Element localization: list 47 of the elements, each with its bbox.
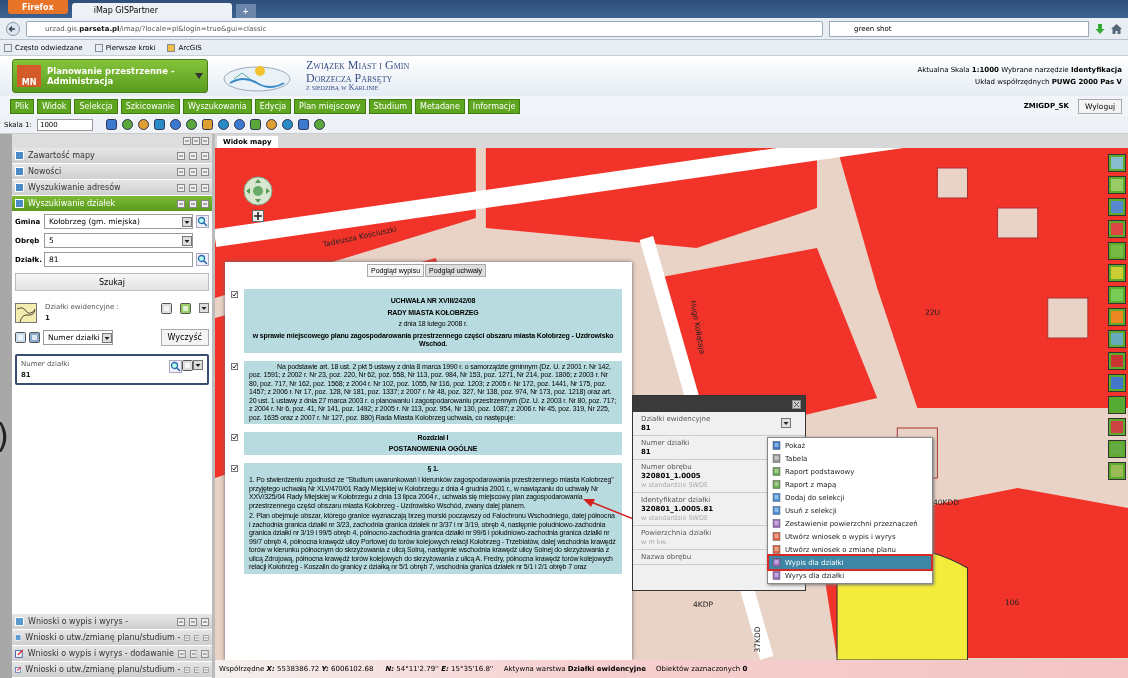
- organization-subtitle: z siedzibą w Karlinie: [306, 84, 379, 93]
- new-tab-button[interactable]: +: [235, 4, 256, 18]
- panel-header[interactable]: Wnioski o wypis i wyrys - dodawanie: [12, 646, 212, 662]
- dropdown-caret-icon[interactable]: [182, 216, 192, 227]
- map-tool-icon[interactable]: [1108, 176, 1126, 194]
- map-tool-icon[interactable]: [1108, 462, 1126, 480]
- checkbox[interactable]: [231, 465, 238, 473]
- map-tool-icon[interactable]: [1108, 242, 1126, 260]
- edit-icon: [15, 649, 24, 658]
- map-tool-icon[interactable]: [1108, 264, 1126, 282]
- parcel-map-icon: [15, 303, 37, 323]
- module-selector[interactable]: MN Planowanie przestrzenne - Administracja: [12, 59, 208, 93]
- organization-name: Dorzecza Parsęty: [306, 71, 394, 85]
- map-tool-icon[interactable]: [1108, 418, 1126, 436]
- page-icon: [4, 43, 12, 52]
- checkbox[interactable]: [231, 362, 238, 370]
- checkbox[interactable]: [231, 434, 238, 442]
- panel-header[interactable]: Zawartość mapy: [12, 148, 212, 164]
- dropdown-caret-icon: [195, 73, 203, 79]
- page-icon: [94, 43, 103, 52]
- panel-header[interactable]: Wnioski o wypis i wyrys -: [12, 614, 212, 630]
- folder-icon: [167, 43, 176, 52]
- map-tool-icon[interactable]: [1108, 286, 1126, 304]
- map-tool-icon[interactable]: [1108, 330, 1126, 348]
- map-tool-icon[interactable]: [1108, 154, 1126, 172]
- map-tool-icon[interactable]: [1108, 308, 1126, 326]
- organization-name: Związek Miast i Gmin: [306, 59, 410, 72]
- download-icon[interactable]: [1095, 23, 1105, 34]
- clear-button[interactable]: Wyczyść: [160, 329, 209, 346]
- browser-tab[interactable]: iMap GISPartner: [71, 3, 232, 18]
- checkbox[interactable]: [231, 291, 238, 298]
- expand-icon[interactable]: [781, 418, 791, 428]
- edit-icon: [15, 665, 22, 674]
- panel-header[interactable]: Wyszukiwanie adresów: [12, 180, 212, 196]
- map-tool-icon[interactable]: [1108, 396, 1126, 414]
- map-tool-icon[interactable]: [1108, 198, 1126, 216]
- panel-header[interactable]: Nowości: [12, 164, 212, 180]
- map-tool-icon[interactable]: [1108, 220, 1126, 238]
- dropdown-caret-icon[interactable]: [102, 332, 112, 343]
- dropdown-caret-icon[interactable]: [182, 235, 192, 246]
- map-tool-icon[interactable]: [1108, 440, 1126, 458]
- expand-icon[interactable]: [199, 303, 209, 313]
- home-icon[interactable]: [1111, 23, 1122, 34]
- expand-icon[interactable]: [193, 360, 203, 370]
- map-tool-icon[interactable]: [1108, 374, 1126, 392]
- map-tool-icon[interactable]: [1108, 352, 1126, 370]
- search-button[interactable]: Szukaj: [15, 273, 209, 291]
